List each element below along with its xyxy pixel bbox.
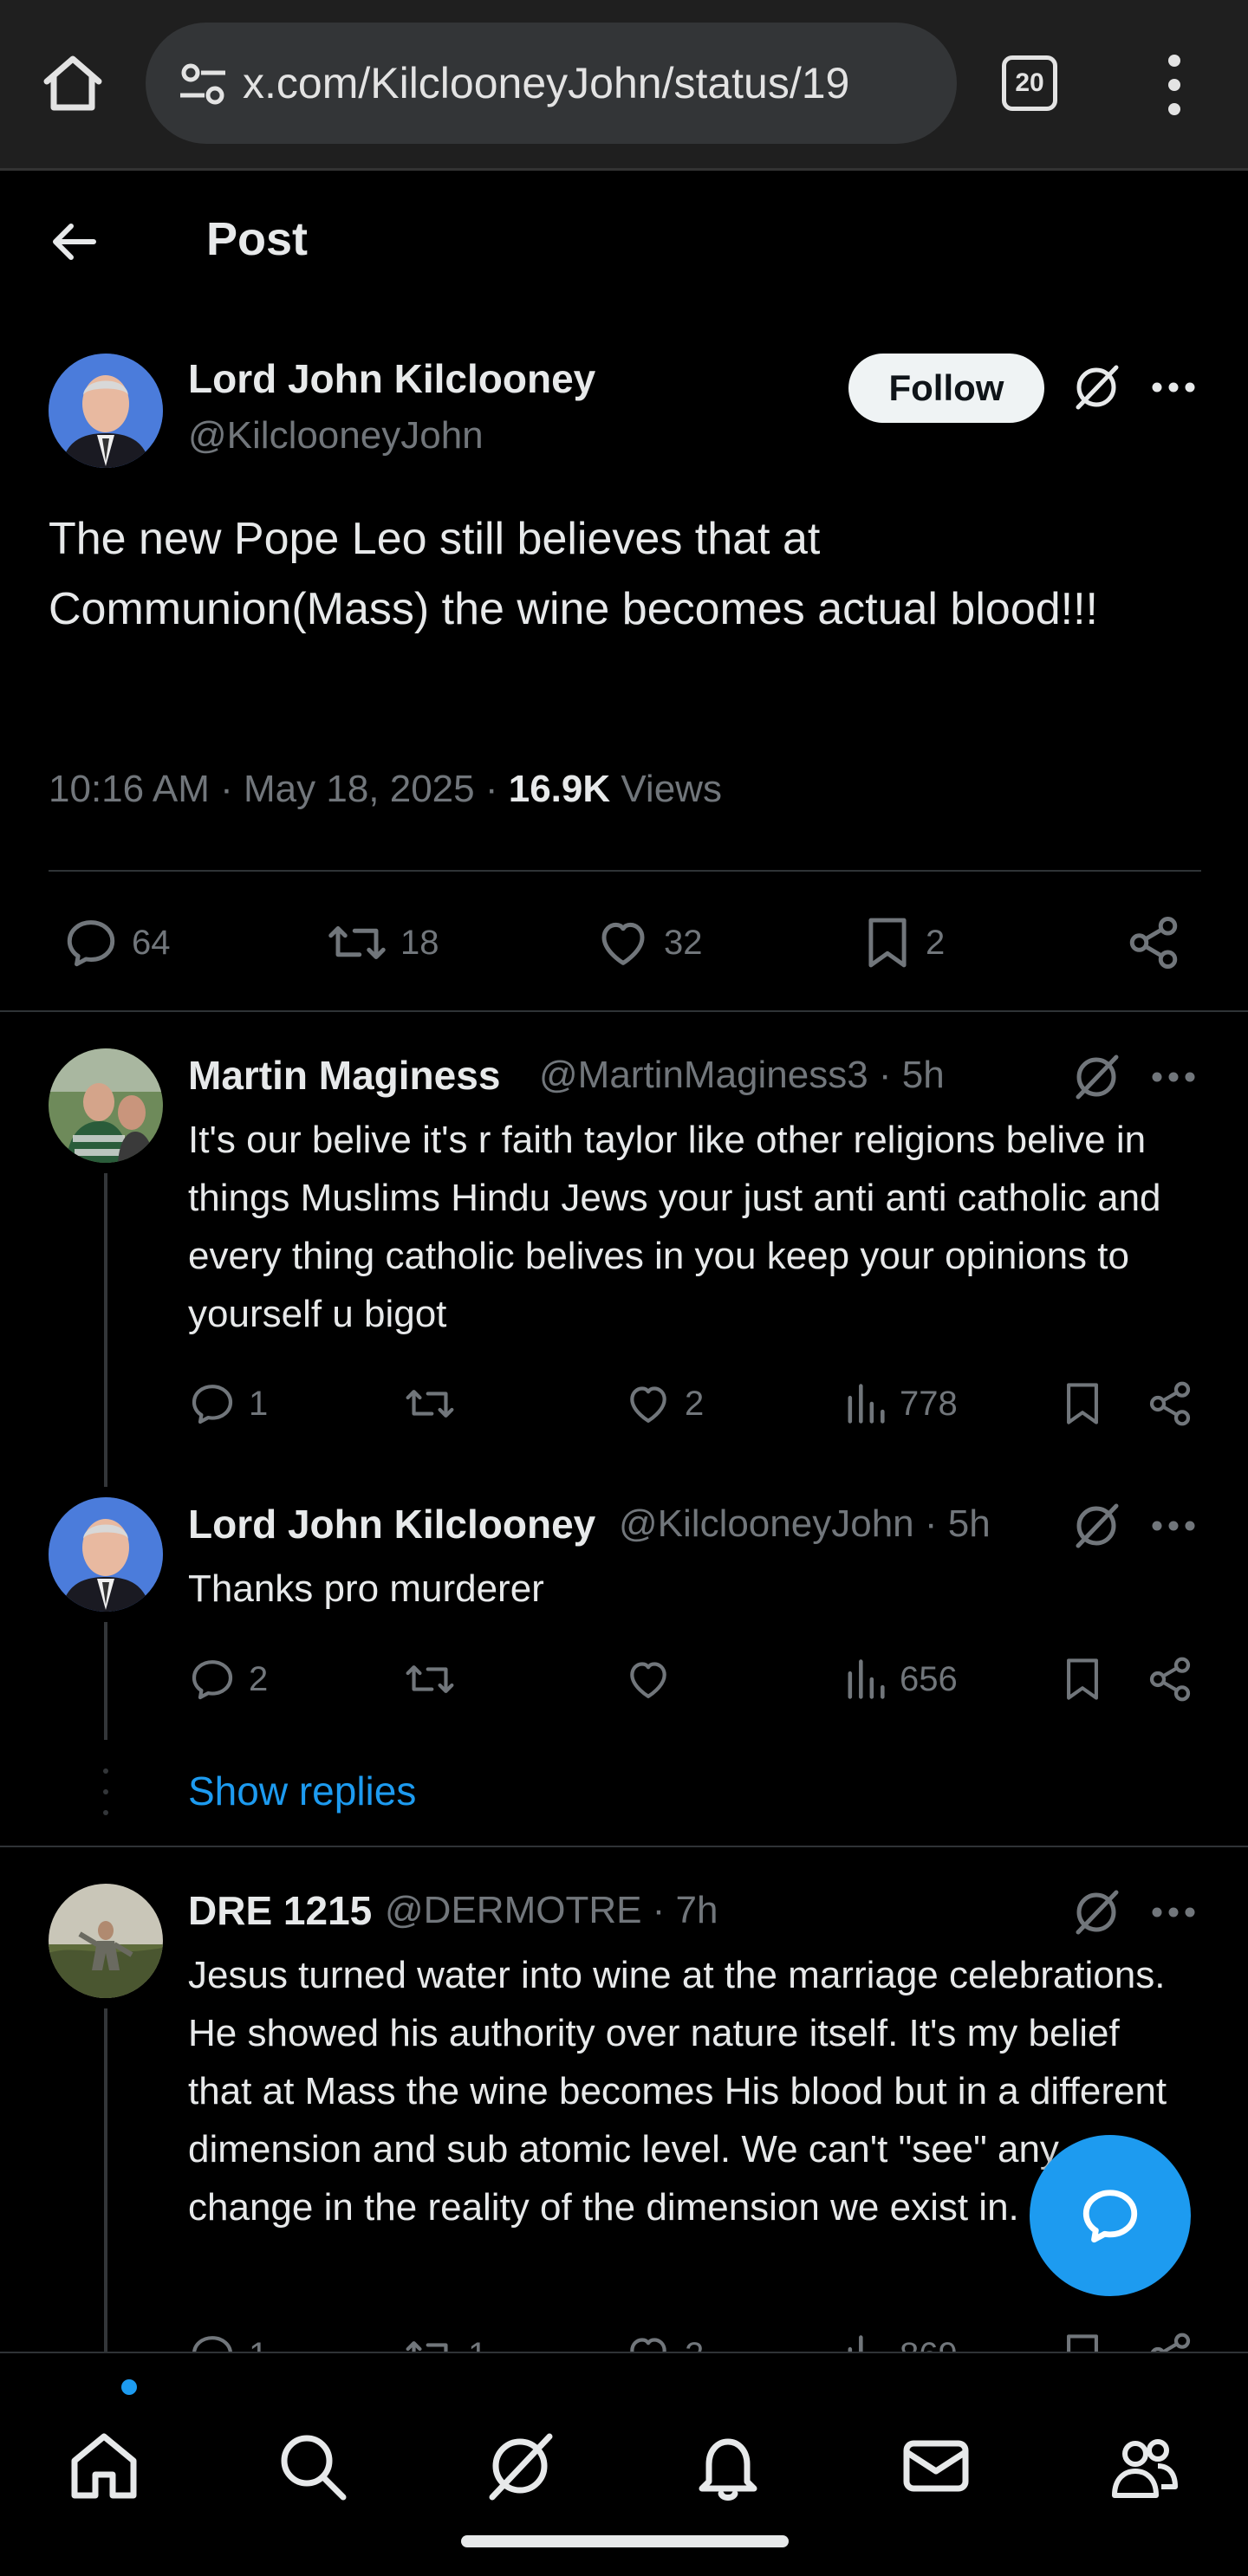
reply-author-meta[interactable]: @KilclooneyJohn · 5h	[619, 1502, 991, 1546]
post-metadata: 10:16 AM · May 18, 2025 · 16.9K Views	[49, 768, 722, 811]
bookmark-icon	[868, 918, 907, 968]
browser-menu-icon[interactable]	[1161, 50, 1187, 120]
home-icon[interactable]	[68, 2430, 140, 2502]
tab-switcher-button[interactable]: 20	[1002, 55, 1057, 111]
reply-icon	[192, 1385, 233, 1424]
grok-icon[interactable]	[1071, 1887, 1121, 1937]
reply-author-name[interactable]: Lord John Kilclooney	[188, 1501, 595, 1548]
grok-icon[interactable]	[484, 2430, 556, 2502]
page-title: Post	[206, 213, 309, 265]
more-options-icon[interactable]	[1151, 1520, 1196, 1532]
repost-button[interactable]	[404, 1655, 468, 1703]
reply-avatar[interactable]	[49, 1497, 163, 1612]
share-icon	[1149, 1381, 1191, 1426]
reply-avatar[interactable]	[49, 1884, 163, 1998]
analytics-icon	[848, 1659, 885, 1699]
repost-icon	[328, 926, 386, 959]
reply-button[interactable]: 64	[62, 914, 171, 971]
heart-icon	[630, 1386, 666, 1423]
reply-icon	[67, 920, 115, 967]
search-icon[interactable]	[276, 2430, 348, 2502]
reply-count: 1	[249, 1384, 269, 1423]
reply-author-name[interactable]: Martin Maginess	[188, 1052, 500, 1099]
bookmark-icon	[1067, 1658, 1098, 1700]
heart-icon	[630, 1662, 666, 1698]
thread-line	[104, 2008, 107, 2352]
grok-icon[interactable]	[1071, 1052, 1121, 1102]
repost-icon	[406, 1390, 454, 1418]
grok-icon[interactable]	[1071, 1501, 1121, 1551]
system-gesture-bar	[461, 2535, 789, 2547]
like-button[interactable]	[624, 1655, 685, 1703]
repost-icon	[406, 1665, 454, 1693]
divider	[49, 870, 1201, 872]
more-options-icon[interactable]	[1151, 1906, 1196, 1918]
more-options-icon[interactable]	[1151, 381, 1196, 393]
views-button[interactable]: 656	[844, 1655, 958, 1703]
reply-author-meta[interactable]: @DERMOTRE · 7h	[385, 1889, 718, 1932]
share-button[interactable]	[1125, 914, 1194, 971]
messages-icon[interactable]	[900, 2430, 972, 2502]
url-text[interactable]: x.com/KilclooneyJohn/status/19	[243, 23, 945, 144]
author-handle[interactable]: @KilclooneyJohn	[188, 414, 484, 457]
repost-button[interactable]	[404, 1379, 468, 1428]
divider	[0, 1010, 1248, 1012]
like-button[interactable]: 2	[624, 1379, 704, 1428]
share-button[interactable]	[1146, 1379, 1206, 1428]
browser-toolbar: x.com/KilclooneyJohn/status/19 20	[0, 0, 1248, 168]
reply-count: 64	[132, 923, 171, 962]
thread-line	[104, 1622, 107, 1740]
reply-avatar[interactable]	[49, 1048, 163, 1163]
repost-count: 18	[400, 923, 439, 962]
views-count: 778	[900, 1384, 958, 1423]
post-header: Post	[0, 171, 1248, 318]
communities-icon[interactable]	[1108, 2430, 1180, 2502]
divider	[0, 1846, 1248, 1847]
views-count: 656	[900, 1659, 958, 1698]
author-name[interactable]: Lord John Kilclooney	[188, 355, 595, 402]
compose-reply-button[interactable]	[1030, 2135, 1191, 2296]
thread-continuation-dots	[103, 1768, 108, 1815]
views-count: 16.9K	[508, 768, 611, 810]
reply-icon	[192, 1660, 233, 1700]
address-bar[interactable]: x.com/KilclooneyJohn/status/19	[146, 23, 957, 144]
reply-author-meta[interactable]: @MartinMaginess3 · 5h	[539, 1054, 945, 1097]
show-replies-link[interactable]: Show replies	[188, 1768, 416, 1814]
reply-button[interactable]: 2	[188, 1655, 268, 1703]
like-count: 32	[664, 923, 703, 962]
reply-button[interactable]: 1	[188, 1379, 268, 1428]
bookmark-count: 2	[926, 923, 946, 962]
reply-text: Thanks pro murderer	[188, 1567, 544, 1610]
bookmark-button[interactable]	[1061, 1379, 1116, 1428]
bookmark-button[interactable]: 2	[861, 914, 945, 971]
analytics-icon	[848, 1384, 885, 1424]
share-icon	[1149, 1657, 1191, 1702]
reply-text: It's our belive it's r faith taylor like…	[188, 1119, 1161, 1335]
views-label: Views	[610, 768, 722, 810]
bookmark-icon	[1067, 1383, 1098, 1424]
like-count: 2	[685, 1384, 705, 1423]
notifications-icon[interactable]	[692, 2430, 764, 2502]
more-options-icon[interactable]	[1151, 1071, 1196, 1083]
thread-line	[104, 1173, 107, 1487]
reply-author-name[interactable]: DRE 1215	[188, 1887, 372, 1934]
post-text: The new Pope Leo still believes that at …	[49, 514, 1099, 634]
home-icon[interactable]	[38, 49, 107, 118]
back-arrow-icon[interactable]	[49, 216, 101, 268]
bookmark-button[interactable]	[1061, 1655, 1116, 1703]
follow-button[interactable]: Follow	[848, 354, 1044, 423]
share-icon	[1129, 917, 1178, 969]
like-button[interactable]: 32	[595, 914, 703, 971]
chat-bubble-icon	[1082, 2190, 1138, 2243]
home-notification-dot	[121, 2379, 137, 2395]
site-settings-icon[interactable]	[179, 62, 227, 106]
heart-icon	[601, 922, 645, 965]
author-avatar[interactable]	[49, 354, 163, 468]
repost-button[interactable]: 18	[326, 914, 439, 971]
reply-count: 2	[249, 1659, 269, 1698]
views-button[interactable]: 778	[844, 1379, 958, 1428]
post-timestamp[interactable]: 10:16 AM · May 18, 2025 ·	[49, 768, 509, 810]
grok-icon[interactable]	[1071, 362, 1121, 412]
share-button[interactable]	[1146, 1655, 1206, 1703]
